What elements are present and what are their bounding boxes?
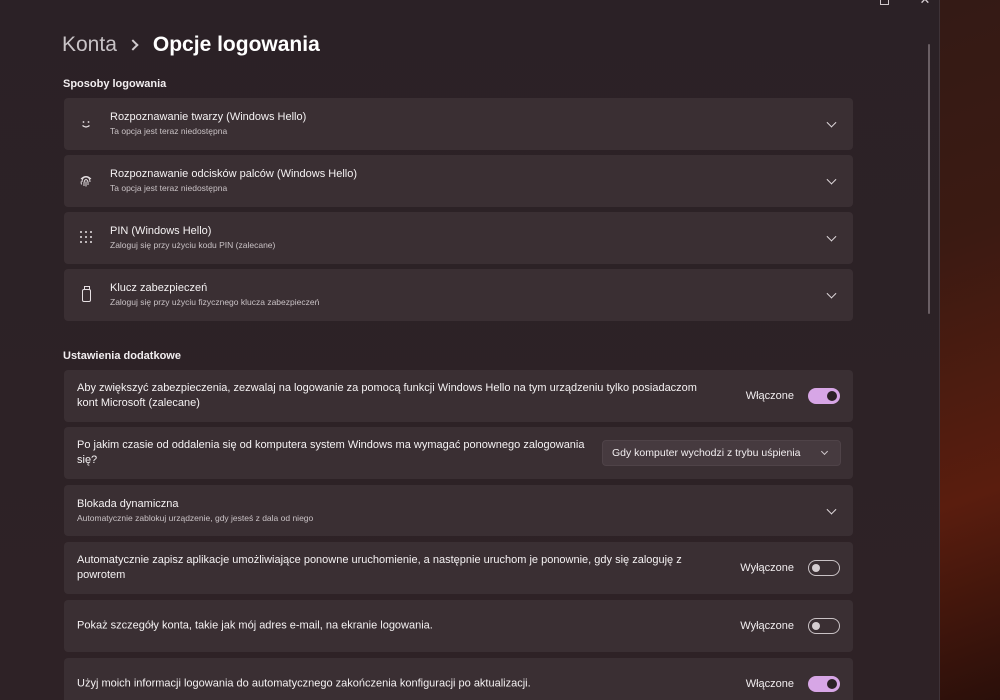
toggle-state-label: Włączone: [745, 390, 794, 402]
method-pin[interactable]: PIN (Windows Hello) Zaloguj się przy uży…: [64, 212, 853, 264]
close-icon[interactable]: ✕: [919, 0, 931, 6]
chevron-down-icon[interactable]: [826, 504, 837, 515]
section-title-methods: Sposoby logowania: [63, 78, 167, 90]
settings-window: ✕ Konta Opcje logowania Sposoby logowani…: [0, 0, 940, 700]
page-title: Opcje logowania: [152, 33, 320, 56]
chevron-down-icon: [820, 447, 829, 456]
restart-apps-toggle[interactable]: [808, 560, 840, 576]
method-title: Rozpoznawanie odcisków palców (Windows H…: [110, 168, 357, 180]
setting-dynamic-lock[interactable]: Blokada dynamiczna Automatycznie zabloku…: [64, 485, 853, 536]
setting-restart-apps: Automatycznie zapisz aplikacje umożliwia…: [64, 542, 853, 594]
pin-keypad-icon: [78, 230, 94, 246]
setting-text: Aby zwiększyć zabezpieczenia, zezwalaj n…: [77, 382, 697, 409]
setting-hello-only: Aby zwiększyć zabezpieczenia, zezwalaj n…: [64, 370, 853, 422]
method-security-key[interactable]: Klucz zabezpieczeń Zaloguj się przy użyc…: [64, 269, 853, 321]
setting-use-signin-info: Użyj moich informacji logowania do autom…: [64, 658, 853, 700]
method-subtitle: Zaloguj się przy użyciu fizycznego klucz…: [110, 297, 320, 307]
section-title-additional: Ustawienia dodatkowe: [63, 350, 181, 362]
method-title: Klucz zabezpieczeń: [110, 282, 208, 294]
dropdown-value: Gdy komputer wychodzi z trybu uśpienia: [612, 447, 801, 459]
vertical-scrollbar[interactable]: [928, 44, 930, 314]
chevron-down-icon[interactable]: [826, 231, 837, 242]
maximize-icon[interactable]: [880, 0, 889, 5]
method-subtitle: Zaloguj się przy użyciu kodu PIN (zaleca…: [110, 240, 276, 250]
chevron-down-icon[interactable]: [826, 288, 837, 299]
setting-subtitle: Automatycznie zablokuj urządzenie, gdy j…: [77, 512, 314, 523]
setting-text: Po jakim czasie od oddalenia się od komp…: [77, 439, 585, 466]
method-title: PIN (Windows Hello): [110, 225, 212, 237]
setting-text: Użyj moich informacji logowania do autom…: [77, 677, 531, 690]
chevron-down-icon[interactable]: [826, 117, 837, 128]
setting-show-account-details: Pokaż szczegóły konta, takie jak mój adr…: [64, 600, 853, 652]
method-subtitle: Ta opcja jest teraz niedostępna: [110, 126, 228, 136]
toggle-group: Wyłączone: [740, 618, 840, 634]
setting-title: Blokada dynamiczna: [77, 497, 179, 510]
breadcrumb-parent-link[interactable]: Konta: [62, 33, 117, 57]
use-signin-info-toggle[interactable]: [808, 676, 840, 692]
method-face-recognition[interactable]: Rozpoznawanie twarzy (Windows Hello) Ta …: [64, 98, 853, 150]
setting-require-signin: Po jakim czasie od oddalenia się od komp…: [64, 427, 853, 479]
setting-text: Automatycznie zapisz aplikacje umożliwia…: [77, 554, 682, 581]
toggle-state-label: Włączone: [745, 678, 794, 690]
face-smile-icon: [78, 116, 94, 132]
method-title: Rozpoznawanie twarzy (Windows Hello): [110, 111, 307, 123]
breadcrumb: Konta Opcje logowania: [62, 33, 320, 57]
chevron-right-icon: [127, 39, 139, 51]
fingerprint-icon: [78, 173, 94, 189]
toggle-group: Wyłączone: [740, 560, 840, 576]
toggle-state-label: Wyłączone: [740, 620, 794, 632]
window-controls: ✕: [838, 0, 931, 6]
toggle-group: Włączone: [746, 388, 840, 404]
toggle-group: Włączone: [746, 676, 840, 692]
method-fingerprint[interactable]: Rozpoznawanie odcisków palców (Windows H…: [64, 155, 853, 207]
hello-only-toggle[interactable]: [808, 388, 840, 404]
toggle-state-label: Wyłączone: [740, 562, 794, 574]
security-key-icon: [78, 286, 94, 303]
require-signin-dropdown[interactable]: Gdy komputer wychodzi z trybu uśpienia: [602, 440, 841, 466]
method-subtitle: Ta opcja jest teraz niedostępna: [110, 183, 228, 193]
show-account-details-toggle[interactable]: [808, 618, 840, 634]
setting-text: Pokaż szczegóły konta, takie jak mój adr…: [77, 619, 433, 632]
chevron-down-icon[interactable]: [826, 174, 837, 185]
